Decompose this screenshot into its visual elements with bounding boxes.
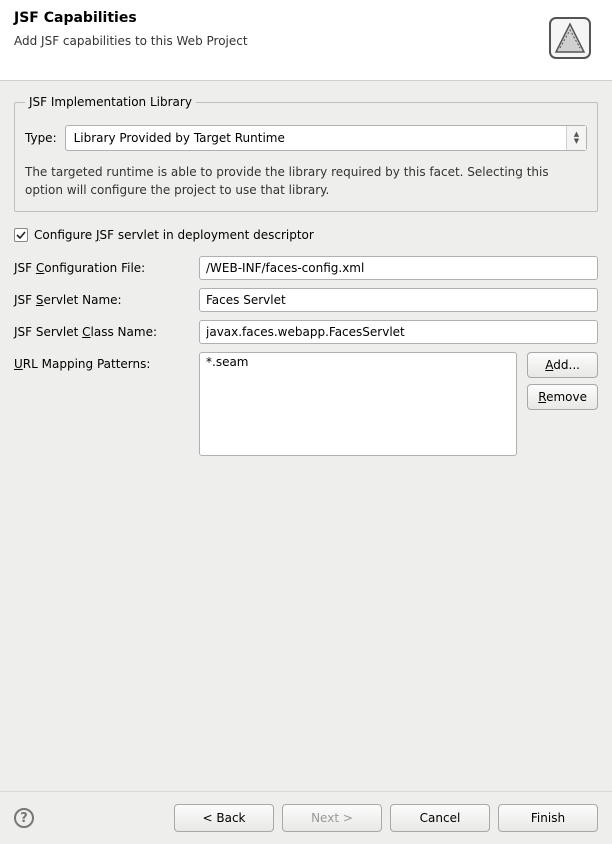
checkbox-icon	[14, 228, 28, 242]
configure-servlet-label: Configure JSF servlet in deployment desc…	[34, 228, 314, 242]
wizard-header: JSF Capabilities Add JSF capabilities to…	[0, 0, 612, 81]
next-button: Next >	[282, 804, 382, 832]
impl-library-group: JSF Implementation Library Type: Library…	[14, 95, 598, 212]
type-combo[interactable]: Library Provided by Target Runtime ▲▼	[65, 125, 587, 151]
page-title: JSF Capabilities	[14, 10, 542, 26]
servlet-class-input[interactable]	[199, 320, 598, 344]
config-file-label: JSF Configuration File:	[14, 256, 189, 275]
back-button[interactable]: < Back	[174, 804, 274, 832]
cancel-button[interactable]: Cancel	[390, 804, 490, 832]
url-mapping-label: URL Mapping Patterns:	[14, 352, 189, 371]
configure-servlet-checkbox[interactable]: Configure JSF servlet in deployment desc…	[14, 228, 598, 242]
wizard-banner-icon	[542, 10, 598, 66]
type-label: Type:	[25, 131, 57, 145]
wizard-footer: ? < Back Next > Cancel Finish	[0, 791, 612, 844]
combo-spinner-icon[interactable]: ▲▼	[566, 126, 586, 150]
impl-library-info: The targeted runtime is able to provide …	[25, 163, 587, 199]
remove-button[interactable]: Remove	[527, 384, 598, 410]
impl-library-legend: JSF Implementation Library	[25, 95, 196, 109]
url-mapping-listbox[interactable]: *.seam	[199, 352, 517, 456]
wizard-content: JSF Implementation Library Type: Library…	[0, 81, 612, 791]
servlet-class-label: JSF Servlet Class Name:	[14, 320, 189, 339]
finish-button[interactable]: Finish	[498, 804, 598, 832]
type-combo-value: Library Provided by Target Runtime	[66, 126, 566, 150]
url-mapping-item[interactable]: *.seam	[206, 355, 510, 369]
help-icon[interactable]: ?	[14, 808, 34, 828]
page-description: Add JSF capabilities to this Web Project	[14, 34, 542, 48]
servlet-name-input[interactable]	[199, 288, 598, 312]
add-button[interactable]: Add...	[527, 352, 598, 378]
config-file-input[interactable]	[199, 256, 598, 280]
servlet-name-label: JSF Servlet Name:	[14, 288, 189, 307]
